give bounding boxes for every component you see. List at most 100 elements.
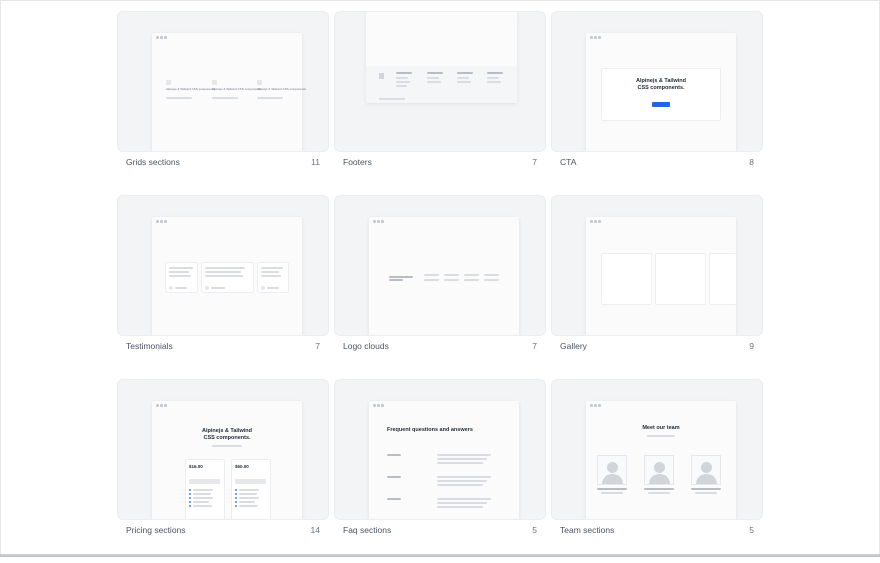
faq-question [387, 498, 401, 500]
card-count: 11 [311, 157, 320, 167]
pricing-heading-line2: CSS components. [203, 435, 251, 441]
card-title: Logo clouds [343, 341, 389, 351]
testimonial-card [165, 262, 198, 293]
faq-question [387, 454, 401, 456]
member-name [691, 488, 721, 490]
team-member-photo [644, 455, 674, 485]
footer-link [457, 81, 471, 83]
pricing-button [235, 479, 266, 484]
logo-placeholder [484, 279, 499, 281]
preview-thumbnail[interactable] [334, 11, 546, 152]
logo-placeholder [464, 279, 479, 281]
category-card-cta[interactable]: Alpinejs & Tailwind CSS components. CTA … [551, 11, 763, 195]
feature-icon [257, 80, 262, 85]
window-dots-icon [156, 404, 167, 407]
footer-col-heading [427, 72, 443, 74]
preview-thumbnail[interactable]: Frequent questions and answers [334, 379, 546, 520]
preview-thumbnail[interactable]: Alpinejs & Tailwind CSS components. $16.… [117, 379, 329, 520]
cta-panel: Alpinejs & Tailwind CSS components. [601, 68, 721, 121]
pricing-price: $60.00 [235, 464, 249, 469]
mini-browser: Frequent questions and answers [369, 401, 519, 519]
card-title: Gallery [560, 341, 587, 351]
card-meta: Faq sections 5 [343, 525, 537, 535]
preview-thumbnail[interactable] [551, 195, 763, 336]
preview-thumbnail[interactable]: Meet our team [551, 379, 763, 520]
logo-cloud-heading [389, 276, 413, 278]
person-icon [701, 462, 712, 473]
faq-question [387, 476, 401, 478]
category-card-team-sections[interactable]: Meet our team Team sections 5 [551, 379, 763, 563]
footer-link [487, 81, 501, 83]
category-card-testimonials[interactable]: Testimonials 7 [117, 195, 329, 379]
avatar [261, 286, 265, 290]
card-meta: Logo clouds 7 [343, 341, 537, 351]
text-line [166, 97, 192, 99]
category-card-gallery[interactable]: Gallery 9 [551, 195, 763, 379]
footer-col-heading [396, 72, 412, 74]
mini-browser [152, 217, 302, 335]
logo-placeholder [444, 279, 459, 281]
subheading-line [647, 435, 675, 437]
pricing-price: $16.00 [189, 464, 203, 469]
faq-answer-line [437, 462, 483, 464]
person-icon [607, 462, 618, 473]
avatar [169, 286, 173, 290]
components-grid: Alpinejs & Tailwind CSS components Alpin… [117, 11, 763, 563]
card-meta: CTA 8 [560, 157, 754, 167]
avatar [205, 286, 209, 290]
text-line [257, 97, 283, 99]
card-count: 8 [749, 157, 754, 167]
window-dots-icon [373, 404, 384, 407]
preview-thumbnail[interactable] [334, 195, 546, 336]
mini-browser: Alpinejs & Tailwind CSS components Alpin… [152, 33, 306, 151]
category-card-pricing-sections[interactable]: Alpinejs & Tailwind CSS components. $16.… [117, 379, 329, 563]
category-card-faq-sections[interactable]: Frequent questions and answers Faq secti… [334, 379, 546, 563]
preview-thumbnail[interactable]: Alpinejs & Tailwind CSS components. [551, 11, 763, 152]
testimonial-card [201, 262, 254, 293]
window-dots-icon [156, 36, 167, 39]
member-role [695, 492, 717, 494]
team-heading: Meet our team [642, 425, 680, 431]
card-meta: Grids sections 11 [126, 157, 320, 167]
card-title: Footers [343, 157, 372, 167]
category-card-grids-sections[interactable]: Alpinejs & Tailwind CSS components Alpin… [117, 11, 329, 195]
footer-logo-icon [379, 73, 384, 79]
logo-placeholder [444, 274, 459, 276]
faq-answer-line [437, 506, 483, 508]
feature-icon [212, 80, 217, 85]
member-name [597, 488, 627, 490]
feature-title: Alpinejs & Tailwind CSS components [257, 87, 306, 91]
logo-placeholder [484, 274, 499, 276]
preview-thumbnail[interactable] [117, 195, 329, 336]
mini-browser [369, 217, 519, 335]
category-card-logo-clouds[interactable]: Logo clouds 7 [334, 195, 546, 379]
text-line [212, 97, 238, 99]
preview-thumbnail[interactable]: Alpinejs & Tailwind CSS components Alpin… [117, 11, 329, 152]
card-meta: Pricing sections 14 [126, 525, 320, 535]
footer-link [487, 77, 499, 79]
logo-placeholder [424, 274, 439, 276]
footer-link [396, 85, 407, 87]
window-dots-icon [590, 220, 601, 223]
faq-answer-line [437, 484, 483, 486]
gallery-image [709, 253, 736, 305]
card-meta: Gallery 9 [560, 341, 754, 351]
member-name [644, 488, 674, 490]
footer-link [396, 77, 408, 79]
copyright-line [379, 98, 405, 100]
logo-cloud-heading [389, 279, 403, 281]
faq-answer-line [437, 502, 487, 504]
card-count: 5 [749, 525, 754, 535]
pricing-card: $60.00 [231, 459, 271, 519]
logo-placeholder [464, 274, 479, 276]
testimonial-card [257, 262, 289, 293]
mini-browser: Meet our team [586, 401, 736, 519]
mini-browser: Alpinejs & Tailwind CSS components. $16.… [152, 401, 302, 519]
mini-browser [366, 12, 517, 103]
footer-col-heading [457, 72, 473, 74]
card-title: Testimonials [126, 341, 173, 351]
footer-link [427, 81, 441, 83]
mini-browser [586, 217, 736, 335]
category-card-footers[interactable]: Footers 7 [334, 11, 546, 195]
card-title: Faq sections [343, 525, 392, 535]
